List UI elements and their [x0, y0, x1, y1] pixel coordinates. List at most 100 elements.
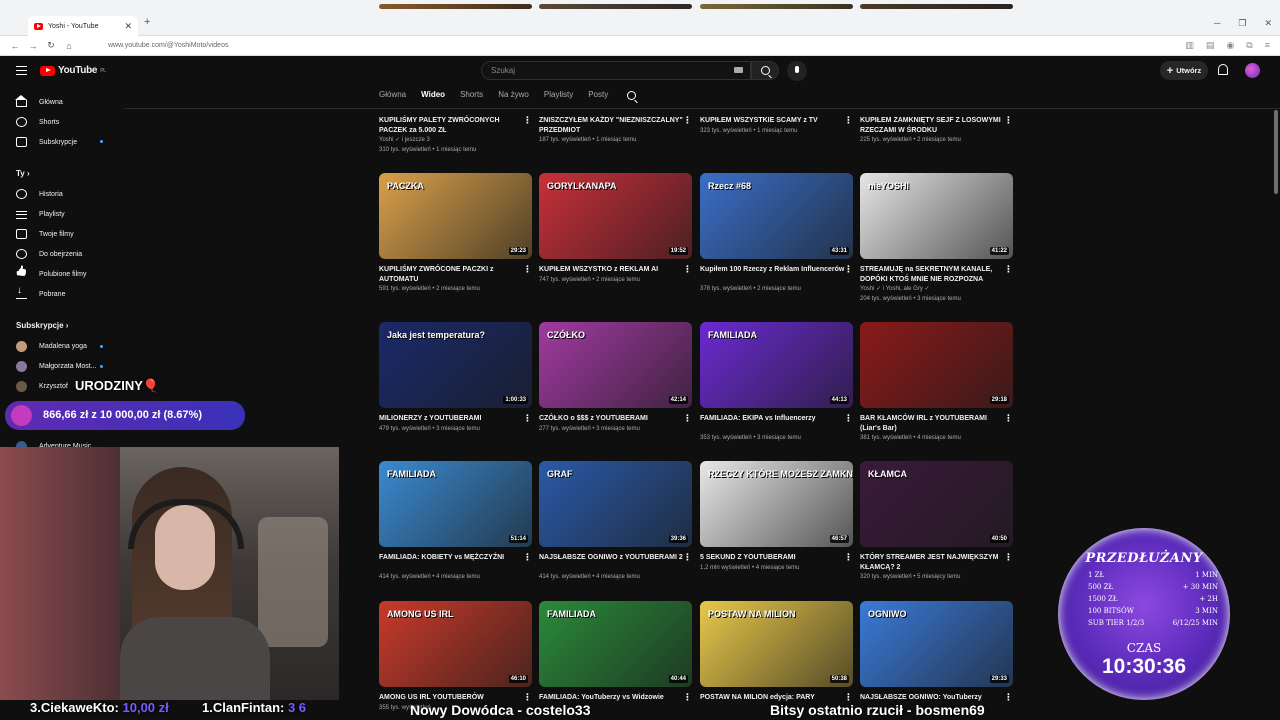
video-title[interactable]: 5 SEKUND Z YOUTUBERAMI: [700, 553, 845, 563]
create-button[interactable]: + Utwórz: [1160, 61, 1208, 80]
video-title[interactable]: KTÓRY STREAMER JEST NAJWIĘKSZYM KŁAMCĄ? …: [860, 553, 1005, 572]
more-options-icon[interactable]: ⋮: [523, 553, 532, 562]
video-title[interactable]: BAR KŁAMCÓW IRL z YOUTUBERAMI (Liar's Ba…: [860, 414, 1005, 433]
video-thumbnail[interactable]: OGNIWO 29:33: [860, 601, 1013, 687]
account-icon[interactable]: ◉: [1226, 40, 1234, 51]
voice-search-icon[interactable]: [787, 61, 807, 81]
close-tab-icon[interactable]: ✕: [124, 21, 132, 32]
channel-search-icon[interactable]: [627, 91, 637, 100]
video-title[interactable]: KUPIŁEM WSZYSTKO z REKLAM AI: [539, 265, 684, 275]
more-options-icon[interactable]: ⋮: [844, 116, 853, 125]
video-title[interactable]: FAMILIADA: EKIPA vs Influencerzy: [700, 414, 845, 424]
more-options-icon[interactable]: ⋮: [683, 265, 692, 274]
video-thumbnail[interactable]: Rzecz #68 43:31: [700, 173, 853, 259]
back-icon[interactable]: ←: [6, 41, 24, 51]
reload-icon[interactable]: ↻: [42, 40, 60, 51]
keyboard-icon[interactable]: [734, 67, 743, 73]
new-tab-icon[interactable]: +: [144, 16, 150, 28]
subscription-item[interactable]: Krzysztof: [16, 379, 68, 393]
url-field[interactable]: www.youtube.com/@YoshiMoto/videos: [108, 42, 228, 49]
video-thumbnail[interactable]: [700, 4, 853, 9]
video-thumbnail[interactable]: Jaka jest temperatura? 1:00:33: [379, 322, 532, 408]
maximize-icon[interactable]: ❐: [1238, 18, 1246, 29]
video-thumbnail[interactable]: FAMILIADA 51:14: [379, 461, 532, 547]
video-channel[interactable]: Yoshi ✓ i Yoshi, ale Gry ✓: [860, 285, 930, 295]
subscription-item[interactable]: Madalena yoga: [16, 339, 87, 353]
video-title[interactable]: KUPILIŚMY PALETY ZWRÓCONYCH PACZEK za 5.…: [379, 116, 524, 135]
video-thumbnail[interactable]: GORYLKANAPA 19:52: [539, 173, 692, 259]
tab-videos[interactable]: Wideo: [421, 90, 445, 100]
sidebar-icon[interactable]: ▤: [1206, 40, 1215, 51]
tab-live[interactable]: Na żywo: [498, 90, 529, 100]
more-options-icon[interactable]: ⋮: [844, 265, 853, 274]
home-icon[interactable]: ⌂: [60, 41, 78, 51]
more-options-icon[interactable]: ⋮: [523, 265, 532, 274]
more-options-icon[interactable]: ⋮: [844, 414, 853, 423]
minimize-icon[interactable]: ─: [1214, 18, 1220, 29]
more-options-icon[interactable]: ⋮: [1004, 414, 1013, 423]
section-subscriptions[interactable]: Subskrypcje ›: [16, 321, 68, 330]
video-title[interactable]: ZNISZCZYŁEM KAŻDY "NIEZNISZCZALNY" PRZED…: [539, 116, 684, 135]
video-title[interactable]: NAJSŁABSZE OGNIWO z YOUTUBERAMI 2: [539, 553, 684, 563]
video-title[interactable]: KUPIŁEM WSZYSTKIE SCAMY z TV: [700, 116, 845, 126]
video-thumbnail[interactable]: [379, 4, 532, 9]
video-title[interactable]: KUPIŁEM ZAMKNIĘTY SEJF Z LOSOWYMI RZECZA…: [860, 116, 1005, 135]
tab-shorts[interactable]: Shorts: [460, 90, 483, 100]
video-thumbnail[interactable]: FAMILIADA 44:13: [700, 322, 853, 408]
notifications-icon[interactable]: [1218, 64, 1228, 75]
menu-icon[interactable]: ≡: [1265, 40, 1270, 51]
video-thumbnail[interactable]: RZECZY KTÓRE MOŻESZ ZAMKNĄĆ 46:57: [700, 461, 853, 547]
scrollbar[interactable]: [1274, 110, 1278, 194]
section-you[interactable]: Ty ›: [16, 169, 30, 178]
more-options-icon[interactable]: ⋮: [844, 553, 853, 562]
more-options-icon[interactable]: ⋮: [1004, 265, 1013, 274]
more-options-icon[interactable]: ⋮: [523, 116, 532, 125]
video-title[interactable]: FAMILIADA: KOBIETY vs MĘŻCZYŹNI: [379, 553, 524, 563]
more-options-icon[interactable]: ⋮: [683, 553, 692, 562]
tab-playlists[interactable]: Playlisty: [544, 90, 573, 100]
sidebar-item-downloads[interactable]: Pobrane: [16, 285, 65, 301]
video-title[interactable]: MILIONERZY z YOUTUBERAMI: [379, 414, 524, 424]
sidebar-item-home[interactable]: Główna: [15, 95, 63, 109]
sidebar-item-history[interactable]: Historia: [16, 187, 63, 201]
video-title[interactable]: KUPILIŚMY ZWRÓCONE PACZKI z AUTOMATU: [379, 265, 524, 284]
forward-icon[interactable]: →: [24, 41, 42, 51]
close-window-icon[interactable]: ✕: [1264, 18, 1272, 29]
sidebar-item-your-videos[interactable]: Twoje filmy: [16, 227, 74, 241]
video-title[interactable]: Kupiłem 100 Rzeczy z Reklam Influencerów: [700, 265, 845, 275]
video-thumbnail[interactable]: FAMILIADA 40:44: [539, 601, 692, 687]
more-options-icon[interactable]: ⋮: [523, 414, 532, 423]
search-button[interactable]: [751, 61, 779, 80]
video-thumbnail[interactable]: [539, 4, 692, 9]
video-thumbnail[interactable]: 29:18: [860, 322, 1013, 408]
video-thumbnail[interactable]: PACZKA 29:23: [379, 173, 532, 259]
more-options-icon[interactable]: ⋮: [1004, 116, 1013, 125]
sidebar-item-subscriptions[interactable]: Subskrypcje: [16, 135, 77, 149]
video-thumbnail[interactable]: GRAF 39:36: [539, 461, 692, 547]
video-channel[interactable]: Yoshi ✓ i jeszcze 3: [379, 136, 430, 146]
extensions-icon[interactable]: ⧉: [1246, 40, 1252, 51]
sidebar-item-playlists[interactable]: Playlisty: [16, 207, 65, 221]
video-thumbnail[interactable]: KŁAMCA 40:50: [860, 461, 1013, 547]
more-options-icon[interactable]: ⋮: [683, 116, 692, 125]
subscription-item[interactable]: Małgorzata Most...: [16, 359, 97, 373]
library-icon[interactable]: ▥: [1185, 40, 1194, 51]
video-thumbnail[interactable]: CZÓŁKO 42:14: [539, 322, 692, 408]
search-input[interactable]: Szukaj: [481, 61, 751, 80]
video-thumbnail[interactable]: AMONG US IRL 46:10: [379, 601, 532, 687]
video-thumbnail[interactable]: POSTAW NA MILION 50:38: [700, 601, 853, 687]
tab-posts[interactable]: Posty: [588, 90, 608, 100]
video-title[interactable]: CZÓŁKO o $$$ z YOUTUBERAMI: [539, 414, 684, 424]
video-title[interactable]: STREAMUJĘ na SEKRETNYM KANALE, DOPÓKI KT…: [860, 265, 1005, 284]
hamburger-menu-icon[interactable]: [16, 66, 27, 75]
browser-tab[interactable]: Yoshi - YouTube ✕: [28, 16, 138, 36]
sidebar-item-shorts[interactable]: Shorts: [16, 115, 59, 129]
youtube-logo[interactable]: YouTube PL: [40, 65, 106, 76]
avatar[interactable]: [1245, 63, 1260, 78]
video-thumbnail[interactable]: nieYOSHI 41:22: [860, 173, 1013, 259]
sidebar-item-liked[interactable]: Polubione filmy: [16, 267, 86, 281]
sidebar-item-watch-later[interactable]: Do obejrzenia: [16, 247, 82, 261]
video-thumbnail[interactable]: [860, 4, 1013, 9]
more-options-icon[interactable]: ⋮: [683, 414, 692, 423]
tab-home[interactable]: Główna: [379, 90, 406, 100]
